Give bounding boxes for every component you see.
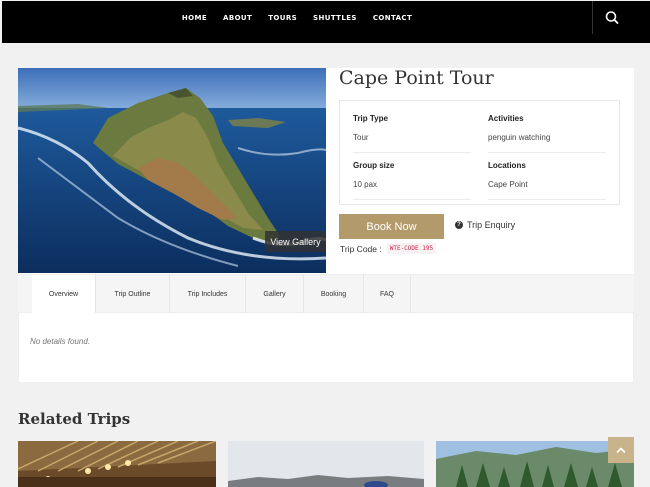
related-trip-card[interactable] xyxy=(228,441,424,487)
scroll-to-top-button[interactable] xyxy=(608,437,634,463)
related-trips-heading: Related Trips xyxy=(18,410,131,428)
group-size-value: 10 pax xyxy=(353,180,378,189)
nav-contact-link[interactable]: CONTACT xyxy=(365,14,420,22)
nav-shuttles-link[interactable]: SHUTTLES xyxy=(305,14,365,22)
search-button[interactable] xyxy=(602,8,622,28)
group-size-cell: Group size 10 pax xyxy=(353,161,471,189)
trip-info-box: Trip Type Tour Activities penguin watchi… xyxy=(339,100,620,205)
trip-code: Trip Code : WTE-CODE 195 xyxy=(340,243,437,254)
trip-code-label: Trip Code : xyxy=(340,243,382,254)
navbar-underline xyxy=(2,34,650,43)
trip-tabs: Overview Trip Outline Trip Includes Gall… xyxy=(18,274,634,314)
locations-cell: Locations Cape Point xyxy=(488,161,606,189)
nav-tours-link[interactable]: TOURS xyxy=(260,14,305,22)
nav-home-link[interactable]: HOME xyxy=(174,14,215,22)
related-trip-image xyxy=(18,441,216,487)
related-trip-card[interactable] xyxy=(18,441,216,487)
tab-content-panel xyxy=(18,313,634,383)
search-icon xyxy=(605,11,619,24)
tab-booking[interactable]: Booking xyxy=(304,275,364,314)
view-gallery-button[interactable]: View Gallery xyxy=(265,231,326,252)
nav-divider xyxy=(592,1,593,34)
info-divider xyxy=(488,199,606,200)
trip-type-value: Tour xyxy=(353,133,369,142)
info-divider xyxy=(488,152,606,153)
trip-enquiry-label: Trip Enquiry xyxy=(467,220,516,230)
trip-type-label: Trip Type xyxy=(353,114,388,123)
related-trip-image xyxy=(228,441,424,487)
activities-cell: Activities penguin watching xyxy=(488,114,606,142)
nav-links: HOME ABOUT TOURS SHUTTLES CONTACT xyxy=(2,1,592,34)
trip-code-value: WTE-CODE 195 xyxy=(386,243,437,254)
tab-faq[interactable]: FAQ xyxy=(364,275,411,314)
tab-trip-outline[interactable]: Trip Outline xyxy=(96,275,170,314)
empty-details-message: No details found. xyxy=(30,337,91,346)
related-trip-image xyxy=(436,441,634,487)
trip-title: Cape Point Tour xyxy=(339,67,494,89)
trip-enquiry-link[interactable]: ? Trip Enquiry xyxy=(455,220,515,230)
book-now-button[interactable]: Book Now xyxy=(339,214,444,239)
nav-about-link[interactable]: ABOUT xyxy=(215,14,260,22)
info-divider xyxy=(353,152,471,153)
tab-overview[interactable]: Overview xyxy=(32,275,96,314)
question-circle-icon: ? xyxy=(455,221,463,229)
main-navbar: HOME ABOUT TOURS SHUTTLES CONTACT xyxy=(2,1,650,34)
locations-value: Cape Point xyxy=(488,180,528,189)
info-divider xyxy=(353,199,471,200)
locations-label: Locations xyxy=(488,161,526,170)
activities-value: penguin watching xyxy=(488,133,551,142)
activities-label: Activities xyxy=(488,114,524,123)
related-trip-card[interactable] xyxy=(436,441,634,487)
trip-type-cell: Trip Type Tour xyxy=(353,114,471,142)
chevron-up-icon xyxy=(616,447,626,453)
tab-trip-includes[interactable]: Trip Includes xyxy=(170,275,246,314)
tab-gallery[interactable]: Gallery xyxy=(246,275,304,314)
group-size-label: Group size xyxy=(353,161,395,170)
